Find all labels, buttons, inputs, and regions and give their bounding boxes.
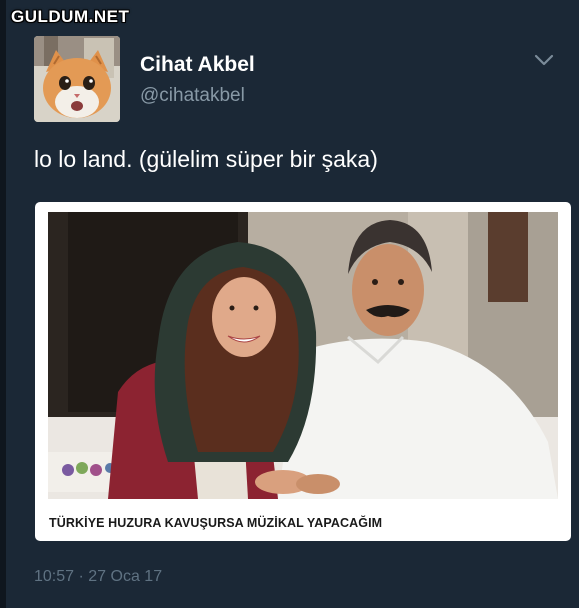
site-watermark: GULDUM.NET [11, 7, 130, 26]
media-card[interactable]: TÜRKİYE HUZURA KAVUŞURSA MÜZİKAL YAPACAĞ… [35, 202, 571, 541]
tweet-text: lo lo land. (gülelim süper bir şaka) [34, 146, 378, 172]
display-name[interactable]: Cihat Akbel [140, 53, 255, 77]
avatar[interactable] [34, 36, 120, 122]
tweet-container: GULDUM.NET Cihat Akbel @cihatakbel lo lo… [0, 0, 579, 608]
tweet-timestamp[interactable]: 10:57 · 27 Oca 17 [34, 568, 162, 586]
user-handle[interactable]: @cihatakbel [140, 85, 245, 107]
chevron-down-icon[interactable] [533, 52, 555, 68]
card-caption: TÜRKİYE HUZURA KAVUŞURSA MÜZİKAL YAPACAĞ… [49, 516, 383, 530]
news-photo [48, 212, 558, 499]
cat-avatar-image [34, 36, 120, 122]
